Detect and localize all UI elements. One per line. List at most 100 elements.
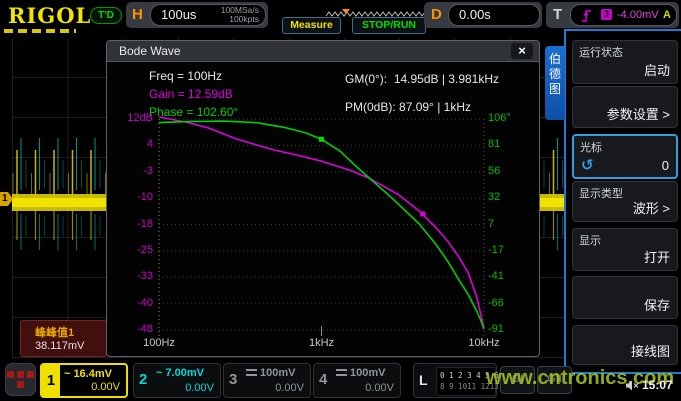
- gain-axis-tick: 12dB: [109, 112, 153, 124]
- logic-analyzer-label: L: [419, 372, 428, 388]
- channel-offset: 0.00V: [185, 382, 214, 394]
- curve-gain: [159, 117, 484, 328]
- trigger-coupling: A: [663, 9, 671, 21]
- channel-scale: 100mV: [246, 367, 295, 379]
- channel-offset: 0.00V: [275, 382, 304, 394]
- phase-axis-tick: -66: [488, 297, 536, 309]
- rotate-ccw-icon: ↺: [581, 156, 594, 174]
- channel-3-box[interactable]: 3 100mV 0.00V: [223, 363, 311, 398]
- digital-channels-row1: 0 1 2 3 4 5 6 7: [440, 371, 508, 380]
- channel-1-box[interactable]: 1 ~16.4mV0.00V: [40, 363, 128, 398]
- channel-scale: ~7.00mV: [156, 367, 204, 379]
- menu-grid-button[interactable]: [5, 363, 36, 396]
- clipped-waveform-top: [4, 29, 76, 33]
- trigger-label: T: [553, 6, 562, 23]
- horizontal-label: H: [132, 6, 143, 23]
- sidebar-item-value: 接线图: [631, 341, 670, 360]
- generator1-box[interactable]: GI: [500, 366, 535, 394]
- channel-number: 2: [139, 371, 147, 388]
- trigger-settings-group[interactable]: T 3 -4.00mV A: [546, 2, 679, 28]
- memory-depth: 100kpts: [221, 15, 259, 24]
- gain-axis-tick: -3: [109, 165, 153, 177]
- channel-number: 1: [42, 365, 60, 396]
- sidebar-item-value: 保存: [644, 295, 670, 314]
- sidebar-item-接线图[interactable]: 接线图: [572, 325, 678, 365]
- sidebar-top-border: [564, 29, 681, 31]
- gain-axis-tick: -40: [109, 297, 153, 309]
- cursor-marker: [319, 137, 324, 142]
- sidebar-item-value: 打开: [644, 247, 670, 266]
- sidebar-item-value: 参数设置 >: [607, 104, 670, 123]
- sidebar-bottom-border: [564, 372, 681, 374]
- tab-bode-plot[interactable]: 伯德图: [545, 46, 565, 120]
- sidebar-item-value: 0: [662, 158, 669, 173]
- sidebar-item-label: 运行状态: [579, 44, 623, 60]
- measurement-value: 38.117mV: [35, 340, 84, 352]
- gain-axis-tick: 4: [109, 138, 153, 150]
- menu-grid-icon: [17, 371, 24, 378]
- channel-2-box[interactable]: 2 ~7.00mV 0.00V: [133, 363, 221, 398]
- logic-analyzer-box[interactable]: L 0 1 2 3 4 5 6 7 8 9 1011 12131415: [413, 363, 497, 398]
- timebase-value: 100us: [161, 7, 196, 22]
- sidebar-item-参数设置[interactable]: 参数设置 >: [572, 86, 678, 128]
- phase-axis-tick: -91: [488, 323, 536, 335]
- gain-axis-tick: -18: [109, 218, 153, 230]
- horizontal-settings-group[interactable]: H 100us 100MSa/s 100kpts: [126, 2, 268, 28]
- digital-channels-panel: 0 1 2 3 4 5 6 7 8 9 1011 12131415: [436, 367, 496, 396]
- trigger-level-value: -4.00mV: [617, 9, 659, 21]
- trigger-slope-icon: [581, 8, 592, 23]
- sidebar-item-运行状态[interactable]: 运行状态启动: [572, 40, 678, 84]
- x-axis-tick: 100Hz: [135, 337, 183, 349]
- dc-coupling-icon: [246, 369, 257, 378]
- x-axis-tick: 1kHz: [298, 337, 346, 349]
- sidebar-item-label: 光标: [580, 139, 602, 155]
- channel-offset: 0.00V: [365, 382, 394, 394]
- channel-number: 4: [319, 371, 327, 388]
- generator2-box[interactable]: GII: [537, 366, 572, 394]
- clock: 15:07: [642, 378, 673, 392]
- menu-grid-icon: [7, 371, 14, 378]
- menu-grid-icon: [27, 371, 34, 378]
- sidebar-item-value: 启动: [644, 60, 670, 79]
- measurement-badge[interactable]: 峰峰值1 38.117mV: [20, 320, 107, 357]
- rigol-logo: RIGOL: [8, 3, 91, 28]
- phase-axis-tick: 56: [488, 165, 536, 177]
- phase-axis-tick: -41: [488, 270, 536, 282]
- measurement-label: 峰峰值1: [35, 324, 74, 340]
- gain-axis-tick: -10: [109, 191, 153, 203]
- channel-scale: ~16.4mV: [64, 368, 112, 380]
- gain-axis-tick: -25: [109, 244, 153, 256]
- measure-button[interactable]: Measure: [282, 17, 341, 34]
- trigger-position-marker: [342, 9, 350, 14]
- phase-axis-tick: 7: [488, 218, 536, 230]
- sidebar-item-value: 波形 >: [633, 198, 670, 217]
- menu-grid-icon: [17, 381, 24, 388]
- phase-axis-tick: -17: [488, 244, 536, 256]
- sidebar-item-显示[interactable]: 显示打开: [572, 228, 678, 271]
- channel-number: 3: [229, 371, 237, 388]
- channel-4-box[interactable]: 4 100mV 0.00V: [313, 363, 401, 398]
- run-stop-button[interactable]: STOP/RUN: [352, 17, 426, 34]
- timebase-pill: 100us 100MSa/s 100kpts: [150, 4, 266, 26]
- x-axis-tick: 10kHz: [460, 337, 508, 349]
- oscilloscope-screen: RIGOL T'D H 100us 100MSa/s 100kpts Measu…: [0, 0, 681, 401]
- phase-axis-tick: 106°: [488, 112, 536, 124]
- gain-axis-tick: -33: [109, 270, 153, 282]
- ac-coupling-icon: ~: [156, 367, 162, 379]
- gain-axis-tick: -48: [109, 323, 153, 335]
- delay-label: D: [431, 6, 442, 23]
- sidebar-item-显示类型[interactable]: 显示类型波形 >: [572, 181, 678, 222]
- delay-value: 0.00s: [459, 7, 491, 22]
- channel-scale: 100mV: [336, 367, 385, 379]
- phase-axis-tick: 32: [488, 191, 536, 203]
- bode-wave-dialog: Bode Wave × Freq = 100Hz Gain = 12.59dB …: [106, 40, 540, 357]
- sidebar-item-label: 显示: [579, 232, 601, 248]
- sidebar-item-保存[interactable]: 保存: [572, 276, 678, 319]
- dc-coupling-icon: [336, 369, 347, 378]
- sidebar-item-光标[interactable]: 光标↺ 0: [572, 134, 678, 179]
- trigger-status-badge: T'D: [90, 7, 122, 24]
- channel-offset: 0.00V: [91, 381, 120, 393]
- delay-group[interactable]: D 0.00s: [424, 2, 542, 28]
- acquisition-info: 100MSa/s 100kpts: [221, 6, 259, 24]
- bode-chart: [107, 41, 539, 356]
